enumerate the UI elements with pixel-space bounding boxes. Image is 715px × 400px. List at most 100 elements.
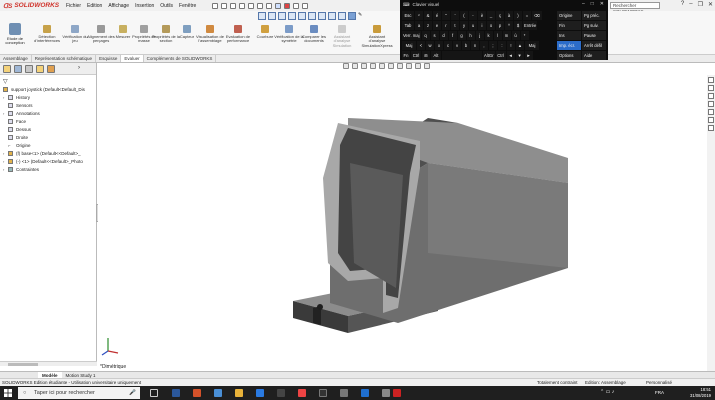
osk-side-key[interactable]: Arrêt défil [582,41,606,50]
chevron-right-icon[interactable]: › [78,65,80,72]
osk-key[interactable]: r [442,21,450,30]
osk-key[interactable]: Maj [525,41,539,50]
osk-key[interactable]: v [453,41,461,50]
options-gear-icon[interactable] [302,2,309,9]
pin-icon[interactable] [212,2,219,9]
new-document-icon[interactable] [230,2,237,9]
osk-key[interactable]: j [475,31,484,40]
app-icon-dark[interactable] [319,389,327,397]
osk-key[interactable]: Ctrl [495,51,506,60]
osk-key[interactable]: ç [496,11,504,20]
tree-item-part2[interactable]: › (-) <1> (Default<<Default>_Photo [3,157,93,165]
osk-key[interactable]: Verr. maj [402,31,421,40]
osk-key[interactable]: ' [451,11,459,20]
osk-key[interactable]: AltGr [483,51,495,60]
view-right-icon[interactable] [288,12,296,20]
osk-key[interactable]: Esc [402,11,414,20]
3d-model[interactable] [98,63,707,371]
view-section-icon[interactable] [308,12,316,20]
chrome-icon[interactable] [298,389,306,397]
custom-properties-icon[interactable] [708,117,714,123]
appearance-icon[interactable] [338,12,346,20]
tree-item-face[interactable]: Face [3,117,93,125]
osk-key[interactable]: Fn [402,51,410,60]
view-top-icon[interactable] [278,12,286,20]
minimize-icon[interactable]: – [689,1,692,8]
osk-key[interactable]: g [457,31,466,40]
ribbon-button-simulation[interactable]: Assistant d'analyse Simulation [327,25,357,48]
ribbon-button-performance[interactable]: Evaluation de performance [223,25,253,44]
maximize-icon[interactable]: □ [591,1,594,7]
osk-key[interactable]: o [487,21,495,30]
osk-key[interactable]: c [444,41,452,50]
osk-key[interactable]: u [469,21,477,30]
osk-key[interactable]: ) [514,11,522,20]
osk-key[interactable]: < [417,41,425,50]
view-iso-icon[interactable] [298,12,306,20]
osk-key[interactable]: q [421,31,430,40]
tab-assemblage[interactable]: Assemblage [0,55,32,62]
tree-item-history[interactable]: › History [3,93,93,101]
osk-side-key[interactable]: Aide [582,51,606,60]
ribbon-button-assembly-visualization[interactable]: Visualisation de l'assemblage [195,25,225,44]
tree-item-contraintes[interactable]: › Contraintes [3,165,93,173]
rebuild-icon[interactable] [284,2,291,9]
osk-key[interactable]: ▼ [515,51,524,60]
osk-key[interactable]: $ [514,21,522,30]
osk-key[interactable]: t [451,21,459,30]
osk-key[interactable]: ^ [505,21,513,30]
osk-key[interactable]: f [448,31,457,40]
language-indicator[interactable]: FRA [655,390,664,395]
property-manager-icon[interactable] [14,65,22,73]
osk-key[interactable]: Tab [402,21,414,30]
tree-item-droite[interactable]: Droite [3,133,93,141]
menu-insertion[interactable]: Insertion [135,3,154,9]
osk-key[interactable]: - [469,11,477,20]
osk-key[interactable]: * [520,31,529,40]
keyboard-icon[interactable] [382,389,390,397]
osk-key[interactable]: _ [487,11,495,20]
osk-side-key[interactable]: Options [557,51,581,60]
filter-icon[interactable]: ▽ [3,77,93,85]
osk-key[interactable]: h [466,31,475,40]
tab-complements[interactable]: Compléments de SOLIDWORKS [144,55,217,62]
configuration-manager-icon[interactable] [25,65,33,73]
osk-key[interactable]: z [424,21,432,30]
scroll-thumb[interactable] [8,363,38,366]
file-explorer-icon[interactable] [708,93,714,99]
solidworks-logo[interactable]: ᗡS SOLIDWORKS [0,0,59,11]
osk-key[interactable]: y [460,21,468,30]
tab-representation-schematique[interactable]: Représentation schématique [32,55,97,62]
menu-outils[interactable]: Outils [160,3,173,9]
tray-icons[interactable]: ⌃ ▭ ♪ [600,389,614,395]
osk-key[interactable]: d [439,31,448,40]
osk-key[interactable]: ⊞ [422,51,430,60]
osk-key[interactable]: ² [415,11,423,20]
display-manager-icon[interactable] [47,65,55,73]
osk-key[interactable]: é [433,11,441,20]
osk-key[interactable]: Entrée [523,21,538,30]
osk-key[interactable]: Ctrl [411,51,421,60]
view-orientation-icon[interactable] [258,12,266,20]
osk-key[interactable]: ( [460,11,468,20]
undo-icon[interactable] [266,2,273,9]
osk-key[interactable]: m [502,31,511,40]
osk-key[interactable]: Maj [402,41,416,50]
osk-key[interactable]: à [505,11,513,20]
menu-fichier[interactable]: Fichier [66,3,81,9]
microphone-icon[interactable]: 🎤 [129,387,136,399]
taskbar-search-input[interactable]: ○ Taper ici pour rechercher 🎤 [18,387,140,399]
tab-esquisse[interactable]: Esquisse [96,55,122,62]
help-icon[interactable]: ? [681,1,684,8]
task-view-icon[interactable] [150,389,158,397]
graphics-area[interactable]: *Dimétrique [98,63,707,371]
osk-key[interactable]: Alt [431,51,441,60]
sketch-pencil-icon[interactable]: ✎ [358,12,366,20]
word-icon[interactable] [172,389,180,397]
osk-title-bar[interactable]: ⌨ Clavier visuel [400,0,608,9]
osk-key[interactable]: x [435,41,443,50]
tree-item-dessus[interactable]: Dessus [3,125,93,133]
tree-root[interactable]: support joystick (Default<Default_Dis [3,85,93,93]
osk-key[interactable]: , [480,41,488,50]
open-folder-icon[interactable] [239,2,246,9]
